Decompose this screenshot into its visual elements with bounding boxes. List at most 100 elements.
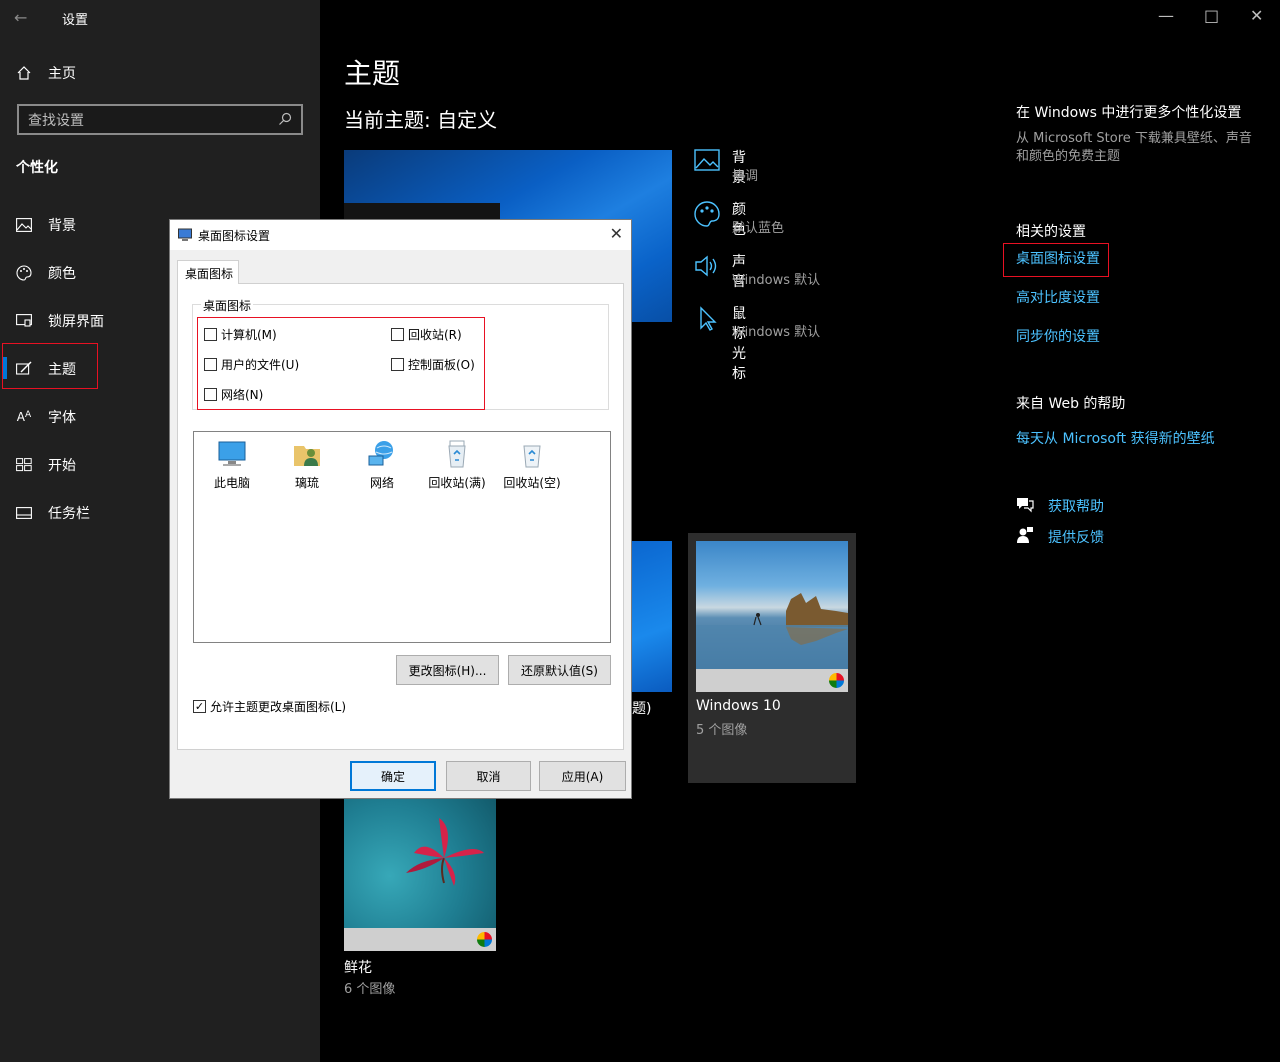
personalize-heading: 在 Windows 中进行更多个性化设置 [1016,105,1242,121]
checkbox-box[interactable] [204,358,217,371]
dialog-title: 桌面图标设置 [198,229,271,243]
checkbox-computer[interactable]: 计算机(M) [204,326,277,343]
theme-tile-name: 题) [632,701,652,717]
cursor-icon [694,305,720,331]
prop-value: Windows 默认 [732,325,821,340]
icon-item-this-pc[interactable]: 此电脑 [197,438,267,491]
search-placeholder: 查找设置 [28,112,84,129]
theme-tile-count: 5 个图像 [696,723,748,738]
checkbox-label: 网络(N) [221,388,264,402]
search-icon[interactable] [277,111,293,131]
checkbox-label: 回收站(R) [408,328,462,342]
icon-item-user[interactable]: 璃琉 [272,438,342,491]
daily-wallpaper-link[interactable]: 每天从 Microsoft 获得新的壁纸 [1016,428,1215,448]
minimize-icon[interactable]: — [1158,6,1174,25]
color-wheel-icon [477,932,492,947]
font-icon: AA [16,410,32,424]
get-help-link[interactable]: 获取帮助 [1016,495,1104,517]
sidebar-item-label: 背景 [48,218,76,234]
checkbox-control-panel[interactable]: 控制面板(O) [391,356,475,373]
sidebar-item-label: 主页 [48,66,76,82]
computer-icon [216,438,248,470]
picture-icon [16,218,32,232]
checkbox-recycle-bin[interactable]: 回收站(R) [391,326,462,343]
help-chat-icon [1016,495,1034,517]
theme-tile-flowers[interactable] [344,798,496,928]
feedback-person-icon [1016,526,1034,548]
get-help-label: 获取帮助 [1048,499,1104,515]
checkbox-box[interactable] [204,328,217,341]
checkbox-box[interactable] [204,388,217,401]
sidebar-item-label: 字体 [48,410,76,426]
icon-label: 网络 [369,476,394,490]
theme-color-strip [344,928,496,951]
sync-settings-link[interactable]: 同步你的设置 [1016,326,1100,346]
dialog-titlebar[interactable]: 桌面图标设置 ✕ [170,220,631,250]
change-icon-button[interactable]: 更改图标(H)... [396,655,499,685]
theme-tile-partial[interactable] [632,541,672,692]
feedback-label: 提供反馈 [1048,530,1104,546]
desktop-settings-app-icon [178,228,192,245]
desktop-icon-settings-dialog: 桌面图标设置 ✕ 桌面图标 计算机(M) 回收站(R) 用户的文件(U) 控制面… [169,219,632,799]
checkbox-allow-themes[interactable]: ✓ 允许主题更改桌面图标(L) [193,698,346,715]
checkbox-box[interactable] [391,328,404,341]
web-help-heading: 来自 Web 的帮助 [1016,396,1126,412]
feedback-link[interactable]: 提供反馈 [1016,526,1104,548]
icon-label: 回收站(空) [503,476,561,490]
theme-tile-windows10[interactable]: Windows 10 5 个图像 [688,533,856,783]
close-icon[interactable]: ✕ [1250,6,1263,25]
sidebar-item-label: 颜色 [48,266,76,282]
prop-value: 协调 [732,169,759,184]
color-wheel-icon [829,673,844,688]
restore-default-button[interactable]: 还原默认值(S) [508,655,611,685]
app-title: 设置 [62,13,89,28]
checkbox-user-files[interactable]: 用户的文件(U) [204,356,299,373]
annotation-highlight-box [2,343,98,389]
icon-label: 璃琉 [294,476,319,490]
sidebar-item-home[interactable]: 主页 [0,53,320,93]
sidebar-item-label: 开始 [48,458,76,474]
maximize-icon[interactable]: □ [1204,6,1219,25]
checkbox-label: 允许主题更改桌面图标(L) [210,700,347,714]
checkbox-box[interactable] [391,358,404,371]
icon-item-recycle-full[interactable]: 回收站(满) [422,438,492,491]
checkbox-network[interactable]: 网络(N) [204,386,263,403]
ok-button[interactable]: 确定 [350,761,436,791]
related-settings-heading: 相关的设置 [1016,224,1086,240]
cancel-button[interactable]: 取消 [446,761,531,791]
checkbox-label: 计算机(M) [221,328,277,342]
personalize-description: 从 Microsoft Store 下载兼具壁纸、声音和颜色的免费主题 [1016,131,1252,164]
checkbox-box-checked[interactable]: ✓ [193,700,206,713]
theme-tile-count: 6 个图像 [344,982,396,997]
picture-icon [694,149,720,175]
current-theme-label: 当前主题: 自定义 [344,108,498,132]
back-arrow-icon[interactable]: ← [14,8,27,27]
tab-desktop-icons[interactable]: 桌面图标 [177,260,239,284]
icon-item-network[interactable]: 网络 [347,438,417,491]
palette-icon [694,201,720,227]
sidebar-item-label: 锁屏界面 [48,314,104,330]
desktop-icon-settings-link[interactable]: 桌面图标设置 [1016,248,1100,268]
page-title: 主题 [344,57,401,90]
lockscreen-icon [16,314,32,328]
recycle-bin-full-icon [441,438,473,470]
theme-tile-name: 鲜花 [344,960,372,976]
network-icon [366,438,398,470]
checkbox-label: 用户的文件(U) [221,358,300,372]
high-contrast-link[interactable]: 高对比度设置 [1016,287,1100,307]
user-folder-icon [291,438,323,470]
checkbox-label: 控制面板(O) [408,358,475,372]
palette-icon [16,265,32,281]
icon-item-recycle-empty[interactable]: 回收站(空) [497,438,567,491]
taskbar-icon [16,507,32,519]
close-icon[interactable]: ✕ [610,224,623,243]
apply-button[interactable]: 应用(A) [539,761,626,791]
prop-label: 鼠标光标 [732,306,746,382]
prop-value: Windows 默认 [732,273,821,288]
dialog-tab-panel: 桌面图标 计算机(M) 回收站(R) 用户的文件(U) 控制面板(O) 网络(N… [177,283,624,750]
prop-value: 默认蓝色 [732,221,785,236]
search-input[interactable]: 查找设置 [17,104,303,135]
speaker-icon [694,253,720,279]
theme-tile-name: Windows 10 [696,698,781,714]
desktop-icons-list[interactable]: 此电脑 璃琉 网络 回收站(满) 回收站(空) [193,431,611,643]
